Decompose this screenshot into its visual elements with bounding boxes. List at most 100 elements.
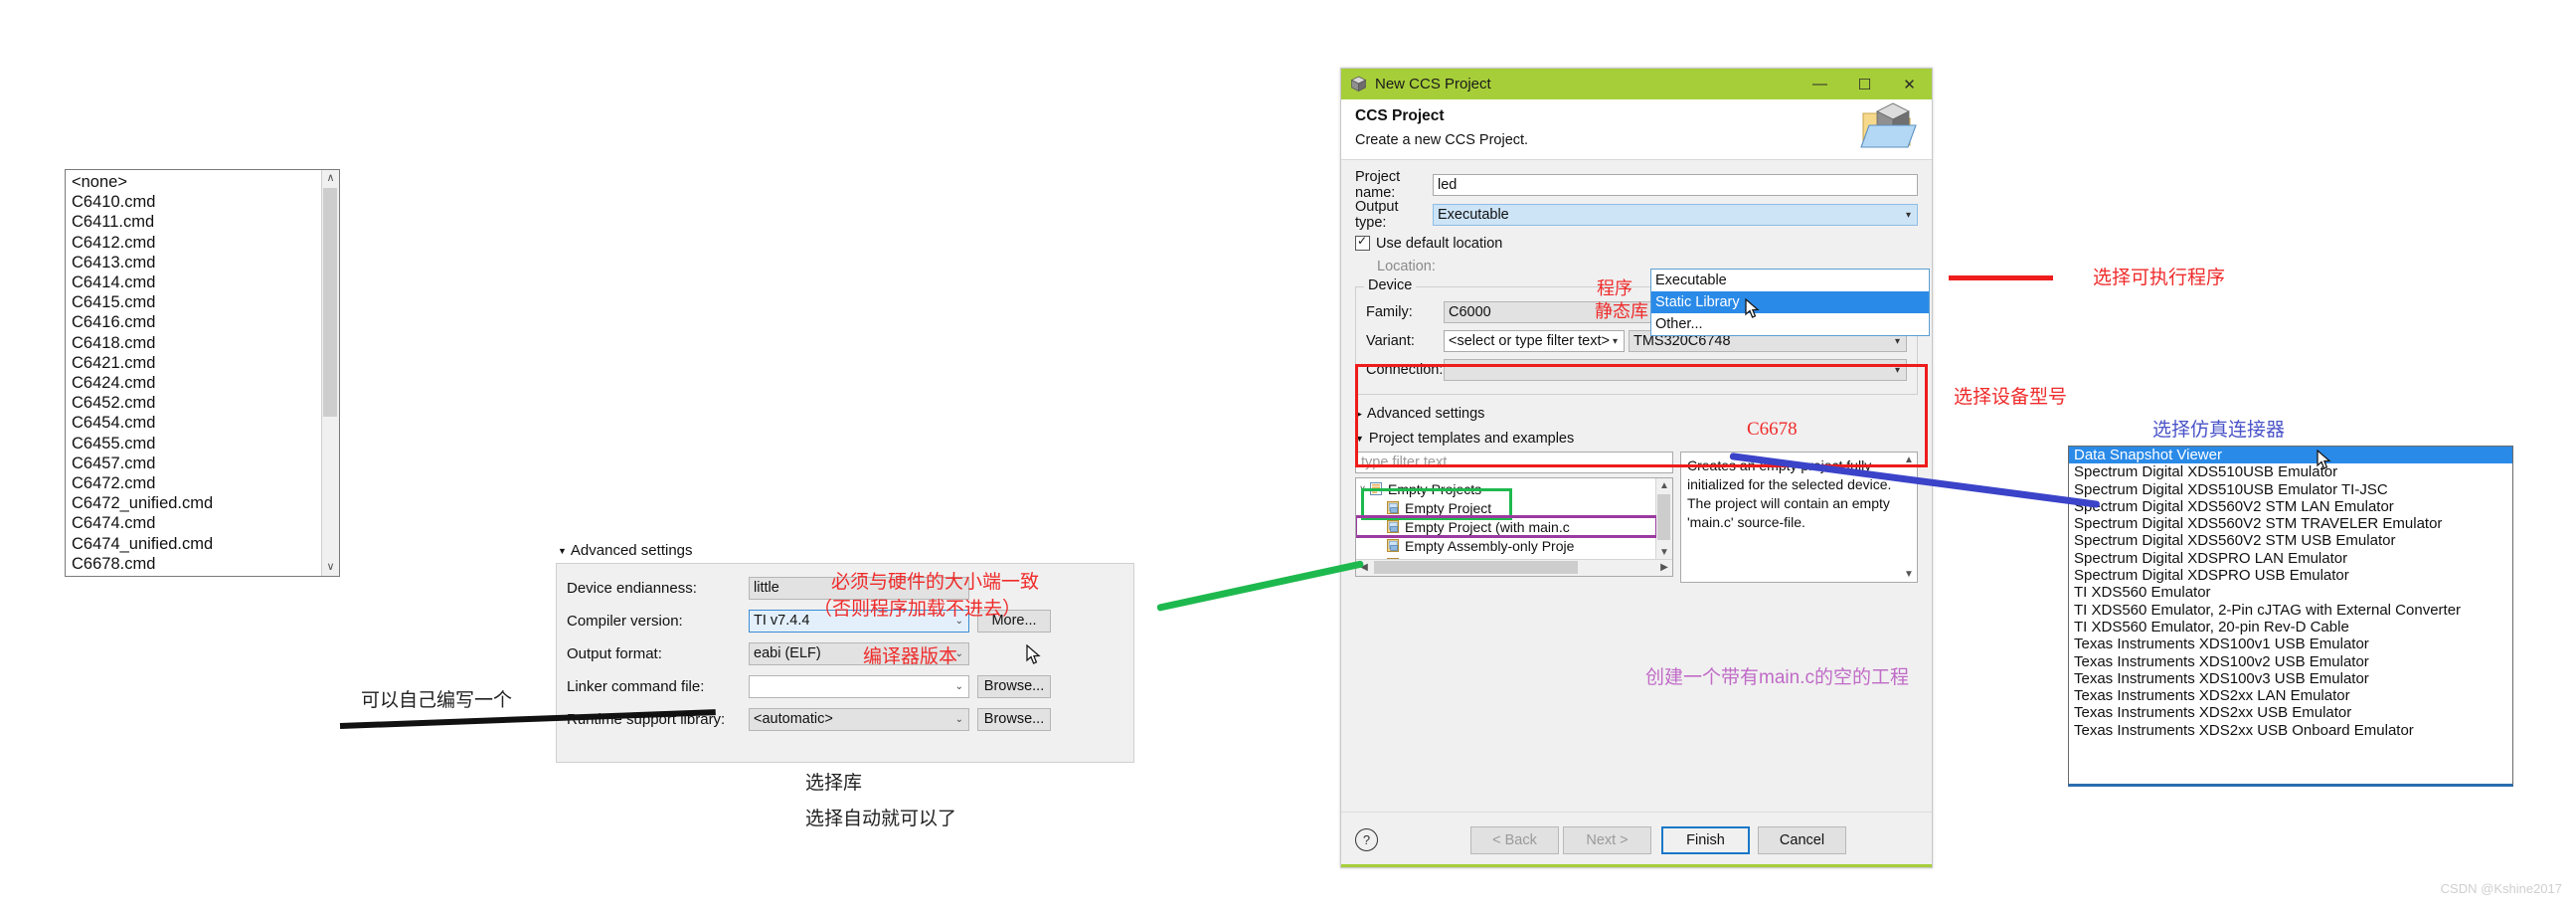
cmd-list-item[interactable]: C6411.cmd [66, 212, 322, 232]
emulator-list-item[interactable]: Data Snapshot Viewer [2069, 447, 2512, 464]
mouse-cursor-icon [1026, 644, 1041, 664]
cmd-list-item[interactable]: C6452.cmd [66, 393, 322, 413]
minimize-button[interactable]: — [1798, 69, 1842, 99]
cmd-list-item[interactable]: C6413.cmd [66, 253, 322, 272]
device-group-legend: Device [1364, 277, 1417, 293]
emulator-list-item[interactable]: Texas Instruments XDS100v2 USB Emulator [2069, 653, 2512, 670]
variant-filter-combo[interactable]: <select or type filter text> ▾ [1444, 330, 1625, 352]
tree-node[interactable]: Empty Project (with main.c [1356, 515, 1656, 538]
linker-browse-button[interactable]: Browse... [977, 674, 1051, 698]
connection-emulator-list[interactable]: Data Snapshot Viewer Spectrum Digital XDS… [2068, 446, 2513, 787]
scroll-up-icon[interactable]: ▲ [1656, 478, 1672, 493]
emulator-list-items[interactable]: Data Snapshot Viewer Spectrum Digital XDS… [2069, 447, 2512, 739]
emulator-list-item[interactable]: TI XDS560 Emulator, 20-pin Rev-D Cable [2069, 619, 2512, 636]
cmd-list-scrollbar[interactable]: ∧ ∨ [321, 170, 339, 576]
project-icon [1386, 520, 1401, 533]
cmd-list-item[interactable]: C6678_unified.cmd [66, 574, 322, 576]
maximize-button[interactable]: ☐ [1842, 69, 1887, 99]
family-label: Family: [1366, 304, 1413, 320]
next-button[interactable]: Next > [1563, 825, 1651, 854]
runtime-browse-button[interactable]: Browse... [977, 707, 1051, 731]
emulator-list-item[interactable]: Texas Instruments XDS2xx USB Emulator [2069, 704, 2512, 721]
back-button[interactable]: < Back [1470, 825, 1559, 854]
emulator-list-item[interactable]: Spectrum Digital XDS560V2 STM LAN Emulat… [2069, 498, 2512, 515]
scrollbar-thumb-horizontal[interactable] [1374, 561, 1578, 574]
close-button[interactable]: ✕ [1887, 69, 1932, 99]
project-name-input[interactable]: led [1433, 174, 1918, 196]
cmd-list-items[interactable]: <none> C6410.cmd C6411.cmd C6412.cmd C6413.c… [66, 170, 322, 576]
advanced-settings-title[interactable]: ▼ Advanced settings [558, 542, 1134, 559]
chevron-down-icon: ▾ [1905, 209, 1911, 221]
dropdown-option-static-library[interactable]: Static Library [1651, 291, 1929, 313]
emulator-list-item[interactable]: Texas Instruments XDS100v1 USB Emulator [2069, 636, 2512, 652]
scroll-down-icon[interactable]: ▼ [1901, 567, 1917, 582]
emulator-list-item[interactable]: Spectrum Digital XDS510USB Emulator [2069, 463, 2512, 480]
cmd-list-item[interactable]: C6457.cmd [66, 454, 322, 473]
tree-vertical-scrollbar[interactable]: ▲ ▼ [1655, 478, 1672, 560]
tree-node[interactable]: Empty Assembly-only Proje [1356, 536, 1656, 555]
scroll-up-icon[interactable]: ∧ [322, 170, 339, 187]
linker-command-file-field[interactable]: ⌄ [749, 674, 969, 698]
cmd-list-item[interactable]: C6472_unified.cmd [66, 493, 322, 513]
annotation-compiler-version: 编译器版本 [863, 645, 958, 667]
emulator-list-item[interactable]: Spectrum Digital XDSPRO LAN Emulator [2069, 550, 2512, 567]
description-scrollbar[interactable]: ▲ ▼ [1901, 453, 1917, 582]
help-icon[interactable]: ? [1355, 828, 1378, 851]
annotation-choose-device-model: 选择设备型号 [1954, 386, 2068, 408]
annotation-auto-is-fine: 选择自动就可以了 [805, 808, 957, 829]
tree-node-label: Empty Assembly-only Proje [1405, 537, 1575, 554]
scroll-down-icon[interactable]: ▼ [1656, 545, 1672, 560]
scrollbar-thumb[interactable] [1657, 494, 1670, 540]
use-default-location-checkbox[interactable]: Use default location [1355, 232, 1918, 255]
cmd-list-item[interactable]: C6412.cmd [66, 233, 322, 253]
scroll-down-icon[interactable]: ∨ [322, 559, 339, 576]
cmd-list-item[interactable]: C6415.cmd [66, 292, 322, 312]
cmd-list-item[interactable]: C6414.cmd [66, 272, 322, 292]
scrollbar-thumb[interactable] [323, 188, 337, 417]
cmd-list-item[interactable]: C6418.cmd [66, 333, 322, 353]
cmd-list-item[interactable]: C6454.cmd [66, 413, 322, 433]
emulator-list-item[interactable]: Spectrum Digital XDS560V2 STM TRAVELER E… [2069, 515, 2512, 532]
runtime-support-library-value: <automatic> [754, 711, 833, 727]
output-type-row: Output type: Executable ▾ [1355, 199, 1918, 231]
variant-label: Variant: [1366, 333, 1415, 349]
emulator-list-item[interactable]: Spectrum Digital XDS510USB Emulator TI-J… [2069, 481, 2512, 498]
cmd-list-item[interactable]: C6472.cmd [66, 473, 322, 493]
cmd-list-item[interactable]: C6678.cmd [66, 554, 322, 574]
cmd-list-item[interactable]: C6474.cmd [66, 513, 322, 533]
cancel-button[interactable]: Cancel [1758, 825, 1846, 854]
scroll-right-icon[interactable]: ▶ [1656, 560, 1672, 575]
dropdown-option-other[interactable]: Other... [1651, 313, 1929, 335]
device-endianness-value: little [754, 580, 779, 596]
emulator-list-item[interactable]: Texas Instruments XDS100v3 USB Emulator [2069, 670, 2512, 687]
cmd-list-item[interactable]: C6421.cmd [66, 353, 322, 373]
runtime-support-library-row: Runtime support library: <automatic> ⌄ B… [567, 704, 1123, 734]
template-description-pane: Creates an empty project fully initializ… [1680, 452, 1918, 583]
linker-command-file-list[interactable]: <none> C6410.cmd C6411.cmd C6412.cmd C6413.c… [65, 169, 340, 577]
mouse-cursor-icon [1745, 298, 1760, 318]
cmd-list-item[interactable]: C6416.cmd [66, 312, 322, 332]
emulator-list-item[interactable]: TI XDS560 Emulator [2069, 584, 2512, 601]
cmd-list-item[interactable]: C6455.cmd [66, 434, 322, 454]
cmd-list-item[interactable]: <none> [66, 172, 322, 192]
dialog-titlebar[interactable]: New CCS Project — ☐ ✕ [1341, 69, 1932, 99]
linker-command-file-row: Linker command file: ⌄ Browse... [567, 671, 1123, 701]
emulator-list-item[interactable]: Spectrum Digital XDS560V2 STM USB Emulat… [2069, 532, 2512, 549]
output-type-combo[interactable]: Executable ▾ [1433, 204, 1918, 226]
emulator-list-item[interactable]: Texas Instruments XDS2xx USB Onboard Emu… [2069, 722, 2512, 739]
output-type-dropdown-popup[interactable]: Executable Static Library Other... [1650, 269, 1930, 336]
dropdown-option-executable[interactable]: Executable [1651, 270, 1929, 291]
tree-horizontal-scrollbar[interactable]: ◀ ▶ [1356, 559, 1672, 576]
annotation-endianness-line2: （否则程序加载不进去） [813, 598, 1022, 620]
output-format-label: Output format: [567, 644, 662, 662]
dialog-header: CCS Project Create a new CCS Project. [1341, 99, 1932, 160]
runtime-support-library-field[interactable]: <automatic> ⌄ [749, 707, 969, 731]
cmd-list-item[interactable]: C6410.cmd [66, 192, 322, 212]
emulator-list-item[interactable]: TI XDS560 Emulator, 2-Pin cJTAG with Ext… [2069, 602, 2512, 619]
emulator-list-item[interactable]: Texas Instruments XDS2xx LAN Emulator [2069, 687, 2512, 704]
emulator-list-item[interactable]: Spectrum Digital XDSPRO USB Emulator [2069, 567, 2512, 584]
finish-button[interactable]: Finish [1661, 825, 1750, 854]
project-name-label: Project name: [1355, 169, 1401, 201]
cmd-list-item[interactable]: C6424.cmd [66, 373, 322, 393]
cmd-list-item[interactable]: C6474_unified.cmd [66, 534, 322, 554]
